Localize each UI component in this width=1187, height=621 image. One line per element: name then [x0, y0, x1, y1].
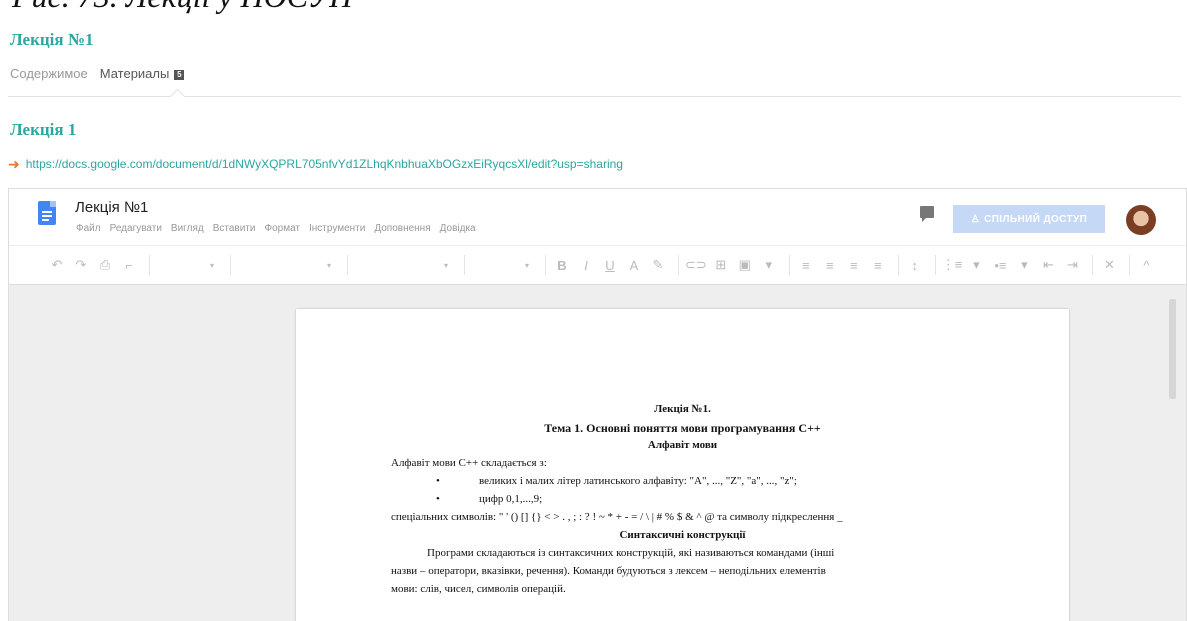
- google-docs-embed: Лекція №1 Файл Редагувати Вигляд Вставит…: [8, 188, 1187, 621]
- undo-icon[interactable]: ↶: [47, 253, 67, 277]
- document-link[interactable]: https://docs.google.com/document/d/1dNWy…: [26, 157, 623, 171]
- menu-insert[interactable]: Вставити: [213, 223, 256, 234]
- doc-paragraph: Алфавіт мови С++ складається з:: [391, 457, 547, 469]
- link-icon[interactable]: ⊂⊃: [685, 253, 707, 277]
- chevron-down-icon[interactable]: ▾: [759, 253, 779, 277]
- toolbar-divider: [545, 255, 546, 275]
- toolbar-divider: [230, 255, 231, 275]
- toolbar-divider: [934, 255, 936, 275]
- doc-paragraph: Програми складаються із синтаксичних кон…: [427, 547, 835, 559]
- doc-paragraph: мови: слів, чисел, символів операцій.: [391, 583, 566, 595]
- zoom-dropdown[interactable]: ▾: [156, 253, 220, 277]
- document-link-row: ➜ https://docs.google.com/document/d/1dN…: [8, 157, 623, 171]
- style-dropdown[interactable]: ▾: [237, 253, 337, 277]
- google-docs-icon[interactable]: [38, 201, 56, 225]
- italic-icon[interactable]: I: [576, 253, 596, 277]
- collapse-toolbar-icon[interactable]: ^: [1136, 253, 1156, 277]
- menu-file[interactable]: Файл: [76, 223, 101, 234]
- docs-toolbar: ↶ ↷ ⎙ ⌐ ▾ ▾ ▾ ▾ B I U A ✎ ⊂⊃ ⊞ ▣ ▾ ≡ ≡ ≡…: [9, 245, 1186, 285]
- chevron-down-icon[interactable]: ▾: [966, 253, 986, 277]
- share-button[interactable]: ♙ Спільний доступ: [953, 205, 1105, 233]
- doc-paragraph: спеціальних символів: " ' () [] {} < > .…: [391, 511, 843, 523]
- doc-paragraph: назви – оператори, вказівки, речення). К…: [391, 565, 826, 577]
- figure-caption: Рис. 73. Лекції у НОСУН: [12, 0, 352, 15]
- lecture-title: Лекція 1: [10, 120, 77, 139]
- arrow-right-icon: ➜: [8, 156, 20, 172]
- comments-icon[interactable]: [920, 206, 934, 222]
- paint-format-icon[interactable]: ⌐: [119, 253, 139, 277]
- document-page: Лекція №1. Тема 1. Основні поняття мови …: [296, 309, 1069, 621]
- font-dropdown[interactable]: ▾: [354, 253, 454, 277]
- tab-materials[interactable]: Материалы 5: [100, 66, 185, 81]
- toolbar-divider: [897, 255, 899, 275]
- insert-comment-icon[interactable]: ⊞: [711, 253, 731, 277]
- materials-count-badge: 5: [174, 70, 185, 80]
- toolbar-divider: [788, 255, 790, 275]
- print-icon[interactable]: ⎙: [95, 253, 115, 277]
- bulleted-list-icon[interactable]: •≡: [990, 253, 1010, 277]
- menu-view[interactable]: Вигляд: [171, 223, 204, 234]
- align-center-icon[interactable]: ≡: [820, 253, 840, 277]
- doc-heading: Лекція №1.: [654, 403, 711, 415]
- font-size-dropdown[interactable]: ▾: [471, 253, 535, 277]
- insert-image-icon[interactable]: ▣: [735, 253, 755, 277]
- tab-contents[interactable]: Содержимое: [10, 66, 88, 81]
- redo-icon[interactable]: ↷: [71, 253, 91, 277]
- chevron-down-icon[interactable]: ▾: [1014, 253, 1034, 277]
- menu-help[interactable]: Довідка: [440, 223, 476, 234]
- toolbar-divider: [678, 255, 679, 275]
- menu-format[interactable]: Формат: [264, 223, 300, 234]
- line-spacing-icon[interactable]: ↕: [905, 253, 925, 277]
- highlight-icon[interactable]: ✎: [648, 253, 668, 277]
- share-button-label: Спільний доступ: [984, 213, 1088, 225]
- bold-icon[interactable]: B: [552, 253, 572, 277]
- docs-menu-bar: Файл Редагувати Вигляд Вставити Формат І…: [76, 223, 476, 234]
- person-icon: ♙: [970, 213, 981, 225]
- vertical-scrollbar[interactable]: [1169, 299, 1176, 399]
- menu-tools[interactable]: Інструменти: [309, 223, 365, 234]
- content-tabs: Содержимое Материалы 5: [10, 66, 185, 81]
- user-avatar[interactable]: [1126, 205, 1156, 235]
- toolbar-divider: [1129, 255, 1131, 275]
- menu-edit[interactable]: Редагувати: [110, 223, 162, 234]
- doc-topic: Тема 1. Основні поняття мови програмуван…: [544, 421, 821, 435]
- numbered-list-icon[interactable]: ⋮≡: [942, 253, 963, 277]
- doc-section-syntax: Синтаксичні конструкції: [619, 529, 746, 541]
- docs-header: Лекція №1 Файл Редагувати Вигляд Вставит…: [9, 189, 1186, 245]
- increase-indent-icon[interactable]: ⇥: [1062, 253, 1082, 277]
- justify-icon[interactable]: ≡: [868, 253, 888, 277]
- course-title: Лекція №1: [10, 30, 94, 49]
- toolbar-divider: [347, 255, 348, 275]
- menu-addons[interactable]: Доповнення: [374, 223, 430, 234]
- toolbar-divider: [464, 255, 465, 275]
- tab-materials-label: Материалы: [99, 66, 170, 81]
- doc-list-item: цифр 0,1,...,9;: [479, 493, 543, 505]
- text-color-icon[interactable]: A: [624, 253, 644, 277]
- align-right-icon[interactable]: ≡: [844, 253, 864, 277]
- document-title[interactable]: Лекція №1: [75, 199, 148, 216]
- bullet-icon: •: [436, 475, 440, 487]
- toolbar-divider: [149, 255, 150, 275]
- align-left-icon[interactable]: ≡: [796, 253, 816, 277]
- toolbar-divider: [1092, 255, 1094, 275]
- decrease-indent-icon[interactable]: ⇤: [1038, 253, 1058, 277]
- doc-list-item: великих і малих літер латинського алфаві…: [479, 475, 797, 487]
- active-tab-pointer: [169, 88, 186, 105]
- bullet-icon: •: [436, 493, 440, 505]
- clear-formatting-icon[interactable]: ✕: [1099, 253, 1119, 277]
- underline-icon[interactable]: U: [600, 253, 620, 277]
- doc-section-alphabet: Алфавіт мови: [647, 439, 718, 451]
